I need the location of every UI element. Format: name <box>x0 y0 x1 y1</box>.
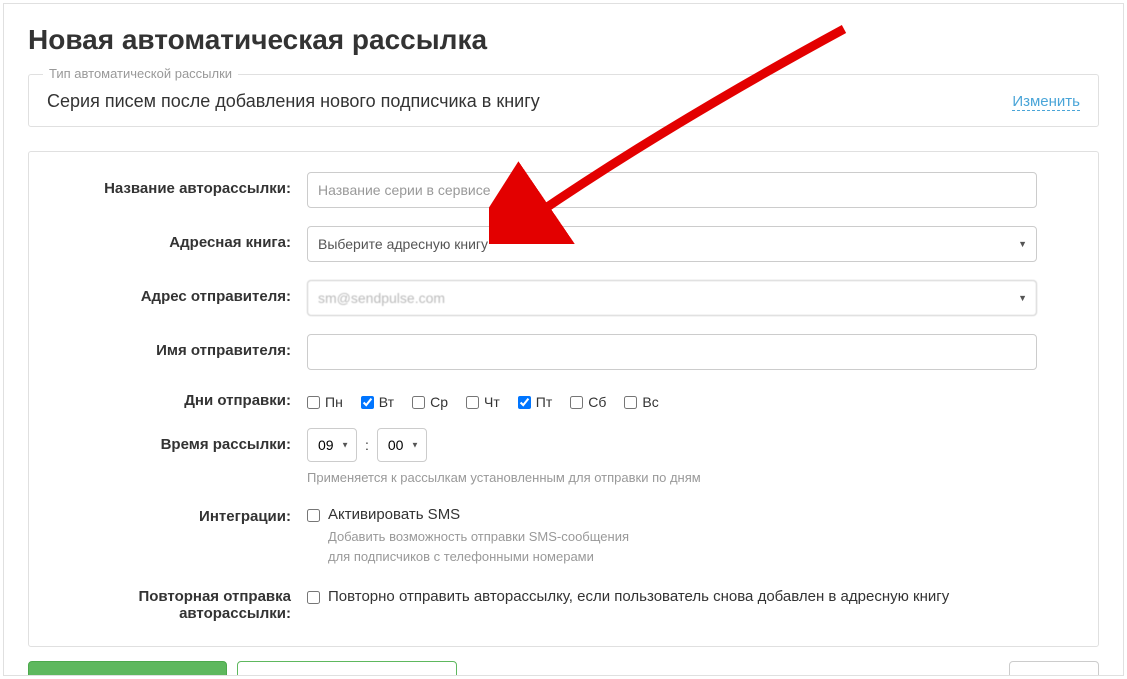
automation-type-legend: Тип автоматической рассылки <box>43 66 238 81</box>
save-and-run-button[interactable]: ▶ Сохранить и запустить <box>237 661 457 676</box>
days-label: Дни отправки: <box>47 388 307 409</box>
day-wed-checkbox[interactable] <box>412 396 425 409</box>
change-type-link[interactable]: Изменить <box>1012 93 1080 111</box>
time-minute-select[interactable]: 00 <box>377 428 427 462</box>
addressbook-label: Адресная книга: <box>47 226 307 251</box>
time-hour-select[interactable]: 09 <box>307 428 357 462</box>
integrations-label: Интеграции: <box>47 506 307 525</box>
page-title: Новая автоматическая рассылка <box>28 24 1099 56</box>
day-sun-checkbox[interactable] <box>624 396 637 409</box>
footer-actions: Сохранить изменения ▶ Сохранить и запуст… <box>28 661 1099 676</box>
day-sat-checkbox[interactable] <box>570 396 583 409</box>
sms-hint-line1: Добавить возможность отправки SMS-сообще… <box>328 527 629 548</box>
day-wed[interactable]: Ср <box>412 394 448 410</box>
name-label: Название авторассылки: <box>47 172 307 197</box>
time-label: Время рассылки: <box>47 428 307 453</box>
day-fri[interactable]: Пт <box>518 394 552 410</box>
sms-hint-line2: для подписчиков с телефонными номерами <box>328 547 629 568</box>
resend-label: Повторная отправка авторассылки: <box>47 586 307 622</box>
day-sun[interactable]: Вс <box>624 394 658 410</box>
sms-checkbox-label: Активировать SMS <box>328 506 629 523</box>
day-thu[interactable]: Чт <box>466 394 500 410</box>
day-sat[interactable]: Сб <box>570 394 606 410</box>
automation-type-description: Серия писем после добавления нового подп… <box>47 91 540 112</box>
days-group: Пн Вт Ср Чт Пт Сб Вс <box>307 388 1070 410</box>
page-container: Новая автоматическая рассылка Тип автома… <box>3 3 1124 676</box>
time-separator: : <box>365 437 369 453</box>
form-panel: Название авторассылки: Адресная книга: В… <box>28 151 1099 647</box>
day-mon[interactable]: Пн <box>307 394 343 410</box>
play-icon: ▶ <box>254 674 262 676</box>
day-tue[interactable]: Вт <box>361 394 394 410</box>
automation-type-box: Тип автоматической рассылки Серия писем … <box>28 74 1099 127</box>
sms-checkbox[interactable] <box>307 509 320 522</box>
resend-checkbox-label: Повторно отправить авторассылку, если по… <box>328 588 949 605</box>
cancel-button[interactable]: Отмена <box>1009 661 1099 676</box>
sender-name-label: Имя отправителя: <box>47 334 307 359</box>
sender-name-input[interactable] <box>307 334 1037 370</box>
save-button[interactable]: Сохранить изменения <box>28 661 227 676</box>
day-mon-checkbox[interactable] <box>307 396 320 409</box>
time-hint: Применяется к рассылкам установленным дл… <box>307 468 1070 488</box>
sender-address-label: Адрес отправителя: <box>47 280 307 305</box>
day-fri-checkbox[interactable] <box>518 396 531 409</box>
resend-checkbox[interactable] <box>307 591 320 604</box>
sender-address-select[interactable]: sm@sendpulse.com <box>307 280 1037 316</box>
day-tue-checkbox[interactable] <box>361 396 374 409</box>
addressbook-select[interactable]: Выберите адресную книгу <box>307 226 1037 262</box>
name-input[interactable] <box>307 172 1037 208</box>
day-thu-checkbox[interactable] <box>466 396 479 409</box>
